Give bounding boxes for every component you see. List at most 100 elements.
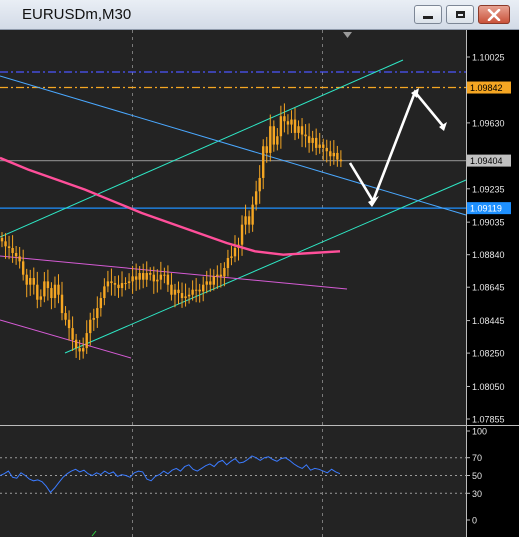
title-bar[interactable]: EURUSDm,M30 <box>0 0 519 30</box>
oscillator-tick-label: 0 <box>472 516 477 526</box>
candle-body <box>138 273 141 280</box>
candle-body <box>293 119 297 133</box>
candle-body <box>212 276 215 285</box>
price-tick-label: 1.09630 <box>472 118 505 128</box>
candle-body <box>131 276 134 282</box>
maximize-button[interactable] <box>446 5 474 24</box>
candle-body <box>60 294 64 314</box>
candle-body <box>279 116 283 137</box>
maximize-icon <box>455 11 465 18</box>
oscillator-panel[interactable] <box>0 425 466 537</box>
candle-body <box>329 151 332 157</box>
candle-body <box>300 126 304 135</box>
candle-body <box>53 284 57 299</box>
candle-body <box>159 274 163 280</box>
candle-body <box>339 159 343 162</box>
candle-body <box>290 119 293 125</box>
oscillator-tick-label: 70 <box>472 453 482 463</box>
candle-body <box>113 283 117 285</box>
candle-body <box>269 126 272 153</box>
candle-body <box>209 281 212 285</box>
candle-body <box>71 328 74 340</box>
candle-body <box>247 216 251 225</box>
candle-body <box>336 152 339 160</box>
candle-body <box>99 298 103 309</box>
candle-body <box>103 286 106 299</box>
candle-body <box>64 313 67 320</box>
candle-body <box>43 281 46 297</box>
candle-body <box>233 248 237 257</box>
candle-body <box>251 204 254 225</box>
candle-body <box>46 281 50 289</box>
candle-body <box>57 284 60 295</box>
candle-body <box>145 273 148 280</box>
candle-body <box>332 152 336 157</box>
candle-body <box>272 126 276 145</box>
candle-body <box>198 289 201 292</box>
candle-body <box>127 281 131 284</box>
candle-body <box>67 319 71 329</box>
candle-body <box>117 284 120 289</box>
price-label-text: 1.09842 <box>470 83 503 93</box>
candle-body <box>219 274 223 277</box>
candle-body <box>124 283 127 285</box>
close-button[interactable] <box>478 5 510 24</box>
candle-body <box>314 137 318 148</box>
main-chart-panel[interactable] <box>0 30 466 425</box>
candle-body <box>194 289 198 291</box>
price-tick-label: 1.10025 <box>472 53 505 63</box>
candle-body <box>163 274 166 276</box>
candle-body <box>265 146 268 153</box>
minimize-button[interactable] <box>414 5 442 24</box>
candle-body <box>318 144 321 148</box>
candle-body <box>322 144 325 148</box>
price-label-text: 1.09404 <box>470 156 503 166</box>
candle-body <box>21 261 25 275</box>
candle-body <box>202 284 205 292</box>
candle-body <box>149 273 152 275</box>
candle-body <box>230 256 233 259</box>
price-tick-label: 1.08445 <box>472 316 505 326</box>
price-tick-label: 1.08840 <box>472 250 505 260</box>
candle-body <box>177 289 180 294</box>
candle-body <box>14 253 18 257</box>
candle-body <box>156 279 159 282</box>
candle-body <box>226 258 230 269</box>
candle-body <box>173 289 177 295</box>
price-chart-canvas[interactable]: 1.10025 1.09630 1.09235 1.09035 1.08840 1.086… <box>0 30 519 537</box>
candle-body <box>0 238 4 242</box>
price-label-text: 1.09119 <box>470 204 502 214</box>
price-tick-label: 1.07855 <box>472 415 505 425</box>
candle-body <box>240 224 244 245</box>
candle-body <box>254 191 258 205</box>
minimize-icon <box>423 15 433 19</box>
candle-body <box>297 126 300 133</box>
candle-body <box>50 288 53 299</box>
candle-body <box>184 296 187 299</box>
candle-body <box>96 308 99 319</box>
price-tick-label: 1.08050 <box>472 382 505 392</box>
candle-body <box>7 246 11 249</box>
candle-body <box>36 284 39 300</box>
candle-body <box>307 136 311 143</box>
candle-body <box>81 348 85 352</box>
candle-body <box>223 268 226 277</box>
oscillator-tick-label: 50 <box>472 471 482 481</box>
price-tick-label: 1.09035 <box>472 218 505 228</box>
candle-body <box>92 318 95 320</box>
candle-body <box>110 281 113 284</box>
price-tick-label: 1.08645 <box>472 283 505 293</box>
candle-body <box>325 147 328 152</box>
candle-body <box>89 319 92 334</box>
candle-body <box>85 333 88 349</box>
candle-body <box>304 134 307 137</box>
candle-body <box>4 241 7 247</box>
candle-body <box>142 273 145 280</box>
candle-body <box>311 137 314 143</box>
candle-body <box>187 294 191 297</box>
candle-body <box>276 136 279 145</box>
chart-window: EURUSDm,M30 1.10025 1.09630 1.09235 1.09035… <box>0 0 519 537</box>
candle-body <box>74 339 78 349</box>
oscillator-tick-label: 100 <box>472 427 487 437</box>
candle-body <box>18 256 21 262</box>
